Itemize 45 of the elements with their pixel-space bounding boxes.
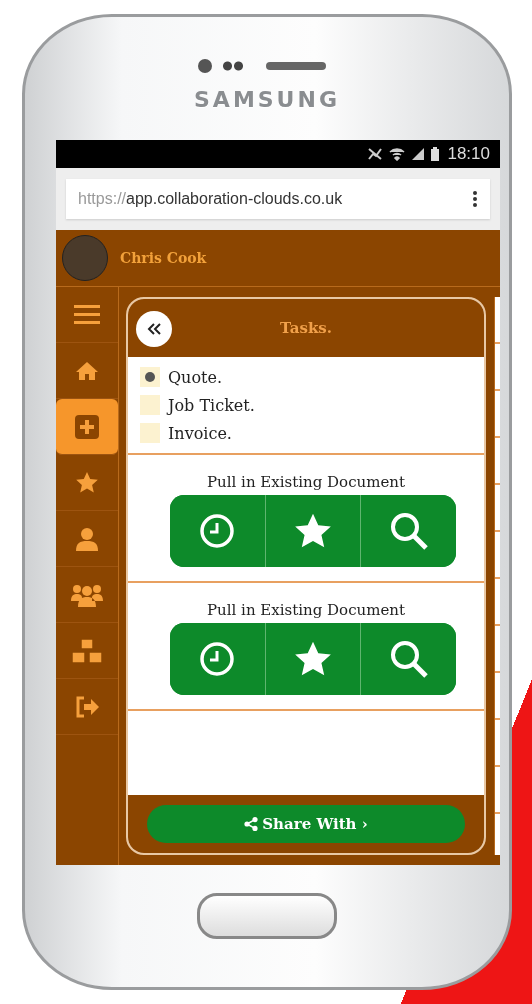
star-icon <box>75 470 99 495</box>
star-icon <box>293 512 333 550</box>
radio-button[interactable] <box>140 423 160 443</box>
clock-icon <box>199 641 236 677</box>
option-label: Quote. <box>168 367 223 387</box>
menu-icon <box>74 303 100 326</box>
more-menu-icon[interactable] <box>472 190 478 208</box>
home-button[interactable] <box>197 893 337 939</box>
share-icon <box>244 817 259 831</box>
user-name: Chris Cook <box>120 250 207 266</box>
brand-logo: SAMSUNG <box>194 87 340 112</box>
double-chevron-icon <box>146 322 162 336</box>
recent-button[interactable] <box>170 623 266 695</box>
speaker-grille <box>266 62 326 70</box>
section-title: Pull in Existing Document <box>207 601 405 619</box>
camera-dot <box>198 59 212 73</box>
option-label: Invoice. <box>168 423 232 443</box>
panel-title: Tasks. <box>280 319 332 337</box>
mute-icon <box>367 147 384 161</box>
user-icon <box>76 526 98 551</box>
radio-button[interactable] <box>140 395 160 415</box>
search-icon <box>388 511 429 551</box>
signal-icon <box>411 147 426 161</box>
avatar <box>62 235 108 281</box>
wifi-icon <box>389 147 406 161</box>
nav-item[interactable] <box>56 399 118 455</box>
back-button[interactable] <box>136 311 172 347</box>
section-title: Pull in Existing Document <box>207 473 405 491</box>
sign-out-icon <box>75 695 99 718</box>
share-button[interactable]: Share With › <box>147 805 465 843</box>
search-icon <box>388 639 429 679</box>
users-icon <box>71 582 103 607</box>
recent-button[interactable] <box>170 495 266 567</box>
battery-icon <box>431 147 440 161</box>
option-label: Job Ticket. <box>168 395 255 415</box>
status-time: 18:10 <box>447 144 490 164</box>
star-icon <box>293 640 333 678</box>
home-icon <box>75 360 99 381</box>
clock-icon <box>199 513 236 549</box>
sensor-dots <box>222 61 244 71</box>
url-text: https://app.collaboration-clouds.co.uk <box>78 190 343 208</box>
plus-icon <box>75 414 99 439</box>
address-bar[interactable]: https://app.collaboration-clouds.co.uk <box>66 179 490 219</box>
boxes-icon <box>71 637 103 664</box>
radio-button[interactable] <box>140 367 160 387</box>
